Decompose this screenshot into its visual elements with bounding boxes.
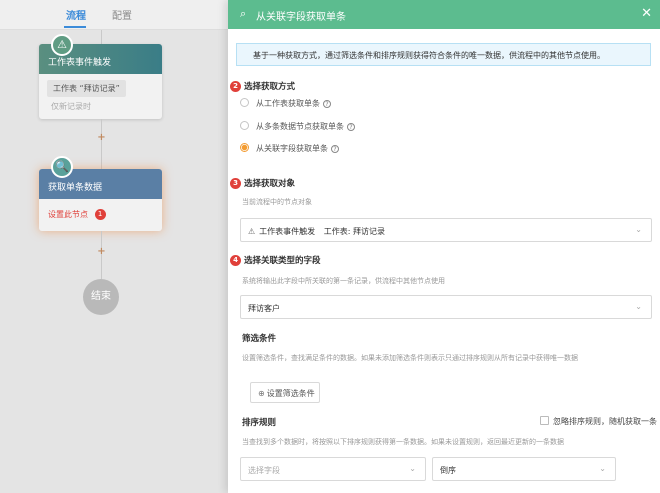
method-option-multi[interactable]: 从多条数据节点获取单条?: [240, 121, 355, 132]
add-node-button[interactable]: +: [97, 133, 106, 143]
radio-selected-icon[interactable]: [240, 143, 249, 152]
sort-desc: 当查找到多个数据时，将按照以下排序规则获得第一条数据。如果未设置规则，返回最近更…: [242, 438, 564, 446]
target-section-title: 3 选择获取对象: [230, 177, 295, 189]
add-node-button[interactable]: +: [97, 247, 106, 257]
canvas-topbar: 流程 配置: [0, 0, 228, 30]
sort-order-select[interactable]: 倒序 ⌄: [432, 457, 616, 481]
tab-config[interactable]: 配置: [112, 7, 132, 22]
filter-desc: 设置筛选条件，查找满足条件的数据。如果未添加筛选条件则表示只通过排序规则从所有记…: [242, 354, 578, 362]
ignore-sort-label: 忽略排序规则，随机获取一条: [553, 417, 657, 426]
step-badge: 2: [230, 81, 241, 92]
step-badge: 4: [230, 255, 241, 266]
sort-field-placeholder: 选择字段: [248, 466, 280, 475]
fetch-node-setup[interactable]: 设置此节点 1: [39, 199, 162, 220]
sort-field-select[interactable]: 选择字段 ⌄: [240, 457, 426, 481]
active-tab-underline: [64, 26, 86, 28]
radio-icon[interactable]: [240, 98, 249, 107]
fetch-node[interactable]: 获取单条数据 设置此节点 1: [39, 169, 162, 231]
target-select[interactable]: ⚠ 工作表事件触发 工作表: 拜访记录 ⌄: [240, 218, 652, 242]
method-option-related[interactable]: 从关联字段获取单条?: [240, 143, 339, 154]
option-label: 从关联字段获取单条: [256, 144, 328, 153]
connector-line: [101, 30, 102, 44]
workflow-canvas: 流程 配置 工作表事件触发 工作表 “拜访记录” 仅新记录时 ⚠ + 获取单条数…: [0, 0, 228, 493]
trigger-icon: ⚠: [51, 34, 73, 56]
question-icon[interactable]: ?: [331, 145, 339, 153]
option-label: 从工作表获取单条: [256, 99, 320, 108]
target-desc: 当前流程中的节点对象: [242, 198, 312, 206]
target-label: 选择获取对象: [244, 179, 296, 189]
field-desc: 系统将输出此字段中所关联的第一条记录，供流程中其他节点使用: [242, 277, 445, 285]
connector-line: [101, 119, 102, 169]
chevron-down-icon: ⌄: [599, 464, 606, 473]
ignore-sort-checkbox[interactable]: 忽略排序规则，随机获取一条: [540, 416, 657, 427]
add-filter-button[interactable]: ⊕ 设置筛选条件: [250, 382, 320, 403]
field-section-title: 4 选择关联类型的字段: [230, 254, 321, 266]
sort-order-value: 倒序: [440, 466, 456, 475]
chevron-down-icon: ⌄: [635, 302, 642, 311]
fetch-node-link[interactable]: 设置此节点: [48, 210, 88, 219]
method-option-sheet[interactable]: 从工作表获取单条?: [240, 98, 331, 109]
method-section-title: 2 选择获取方式: [230, 80, 295, 92]
sort-label: 排序规则: [242, 418, 277, 428]
plus-circle-icon: ⊕: [258, 389, 265, 398]
config-panel: ⌕ 从关联字段获取单条 ✕ 基于一种获取方式，通过筛选条件和排序规则获得符合条件…: [228, 0, 660, 493]
question-icon[interactable]: ?: [347, 123, 355, 131]
search-icon: ⌕: [240, 7, 247, 20]
question-icon[interactable]: ?: [323, 100, 331, 108]
radio-icon[interactable]: [240, 121, 249, 130]
target-node-name: 工作表事件触发: [259, 227, 316, 236]
trigger-node-hint: 仅新记录时: [51, 102, 91, 111]
option-label: 从多条数据节点获取单条: [256, 122, 344, 131]
step-badge: 3: [230, 178, 241, 189]
search-node-icon: 🔍: [51, 156, 73, 178]
tab-flow[interactable]: 流程: [66, 7, 86, 22]
target-worksheet: 工作表: 拜访记录: [323, 227, 385, 236]
close-icon[interactable]: ✕: [641, 6, 652, 21]
field-select[interactable]: 拜访客户 ⌄: [240, 295, 652, 319]
filter-label: 筛选条件: [242, 334, 277, 344]
end-node: 结束: [83, 279, 119, 315]
chevron-down-icon: ⌄: [635, 225, 642, 234]
trigger-icon: ⚠: [248, 227, 256, 236]
add-filter-label: 设置筛选条件: [266, 389, 315, 398]
chevron-down-icon: ⌄: [409, 464, 416, 473]
info-banner: 基于一种获取方式，通过筛选条件和排序规则获得符合条件的唯一数据，供流程中的其他节…: [236, 43, 651, 66]
fetch-node-badge: 1: [94, 209, 106, 220]
trigger-node-worksheet: 工作表 “拜访记录”: [47, 80, 126, 97]
field-value: 拜访客户: [248, 304, 280, 313]
field-label: 选择关联类型的字段: [244, 256, 321, 266]
panel-title: 从关联字段获取单条: [256, 12, 346, 23]
method-label: 选择获取方式: [244, 82, 296, 92]
panel-header: ⌕ 从关联字段获取单条 ✕: [228, 0, 660, 29]
checkbox-icon[interactable]: [540, 416, 549, 425]
